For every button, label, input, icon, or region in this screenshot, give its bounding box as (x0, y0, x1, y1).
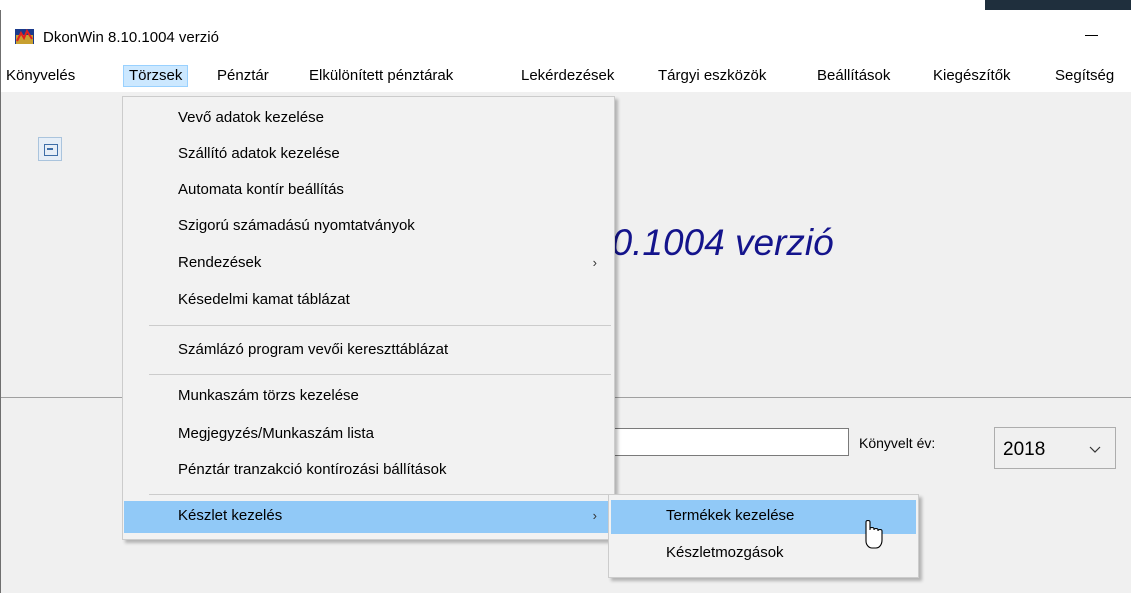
menu-item-szamlazo-kereszttablazat[interactable]: Számlázó program vevői kereszttáblázat (124, 335, 613, 367)
year-label: Könyvelt év: (859, 435, 936, 451)
menu-item-szallito-adatok[interactable]: Szállító adatok kezelése (124, 139, 613, 171)
menu-separator (149, 374, 611, 375)
window-toggle-button[interactable] (38, 137, 62, 161)
menu-item-label: Készlet kezelés (178, 507, 283, 524)
menu-item-rendezesek[interactable]: Rendezések › (124, 248, 613, 280)
menu-separator (149, 325, 611, 326)
menu-item-munkaszam-torzs[interactable]: Munkaszám törzs kezelése (124, 381, 613, 413)
menu-segitseg[interactable]: Segítség (1050, 65, 1119, 87)
menu-penztar[interactable]: Pénztár (212, 65, 274, 87)
menu-item-vevo-adatok[interactable]: Vevő adatok kezelése (124, 103, 613, 135)
menu-item-megjegyzes-munkaszam[interactable]: Megjegyzés/Munkaszám lista (124, 419, 613, 451)
menu-item-automata-kontir[interactable]: Automata kontír beállítás (124, 175, 613, 207)
menu-item-keszlet-kezeles[interactable]: Készlet kezelés › (124, 501, 613, 533)
minimize-button[interactable] (1081, 24, 1101, 44)
app-icon (15, 29, 34, 44)
menu-konyveles[interactable]: Könyvelés (1, 65, 80, 87)
company-input[interactable] (591, 428, 849, 456)
taskbar-edge (985, 0, 1131, 10)
menu-targyi-eszkozok[interactable]: Tárgyi eszközök (653, 65, 771, 87)
chevron-right-icon: › (592, 255, 597, 270)
menu-item-kesedelmi-kamat[interactable]: Késedelmi kamat táblázat (124, 285, 613, 317)
menu-item-penztar-tranzakcio[interactable]: Pénztár tranzakció kontírozási bállításo… (124, 455, 613, 487)
torzsek-dropdown: Vevő adatok kezelése Szállító adatok kez… (122, 96, 615, 540)
menu-elkulonitett-penztarak[interactable]: Elkülönített pénztárak (304, 65, 458, 87)
menu-bar: Könyvelés Törzsek Pénztár Elkülönített p… (1, 58, 1131, 92)
year-select[interactable]: 2018 (994, 427, 1116, 469)
menu-beallitasok[interactable]: Beállítások (812, 65, 895, 87)
mouse-pointer-icon (865, 519, 883, 549)
menu-kiegeszitok[interactable]: Kiegészítők (928, 65, 1016, 87)
menu-item-label: Rendezések (178, 254, 262, 271)
year-value: 2018 (1003, 439, 1046, 460)
version-banner: 10.1004 verzió (591, 222, 834, 263)
menu-torzsek[interactable]: Törzsek (123, 65, 189, 87)
menu-item-szigoru-szamadasu[interactable]: Szigorú számadású nyomtatványok (124, 211, 613, 243)
menu-separator (149, 494, 611, 495)
chevron-down-icon (1089, 446, 1101, 453)
window-title: DkonWin 8.10.1004 verzió (43, 29, 219, 46)
menu-lekerdezesek[interactable]: Lekérdezések (516, 65, 619, 87)
chevron-right-icon: › (592, 508, 597, 523)
title-bar: DkonWin 8.10.1004 verzió (1, 10, 1131, 58)
